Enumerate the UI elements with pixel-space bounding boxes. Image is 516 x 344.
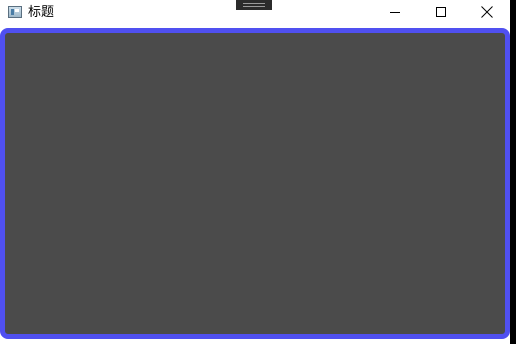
close-icon [481,6,493,18]
app-window-icon [8,6,22,18]
close-button[interactable] [464,0,510,24]
content-canvas[interactable] [0,28,510,339]
window-bottom-edge [0,339,510,344]
app-window: 标题 [0,0,510,344]
maximize-button[interactable] [418,0,464,24]
minimize-icon [390,12,400,13]
minimize-button[interactable] [372,0,418,24]
maximize-icon [436,7,446,17]
window-title: 标题 [28,5,55,20]
drag-handle[interactable] [236,0,272,10]
